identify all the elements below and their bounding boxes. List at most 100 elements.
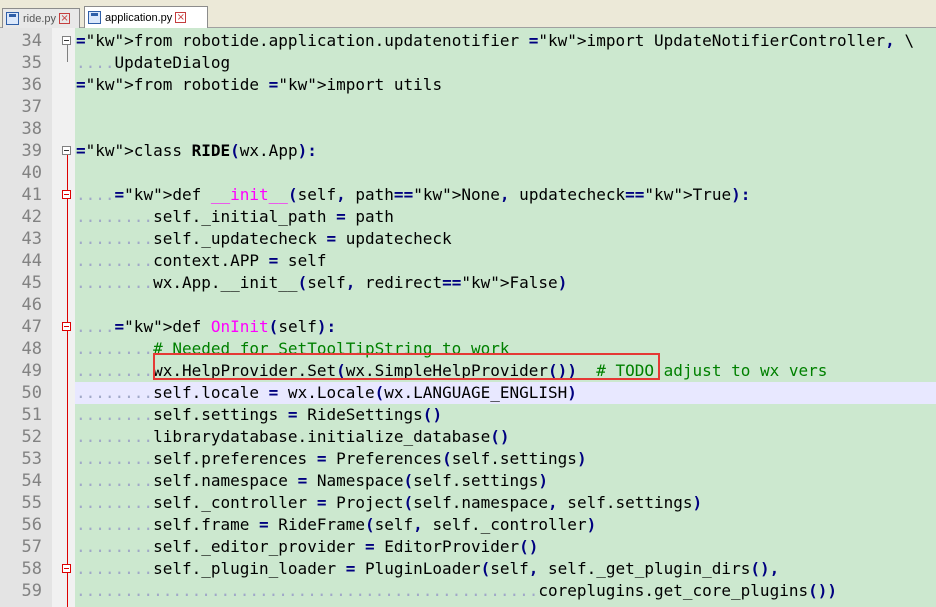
indent-guide-dots: ........	[76, 559, 154, 578]
line-text: self.namespace = Namespace(self.settings…	[153, 471, 549, 490]
code-line[interactable]: 52 ........librarydatabase.initialize_dat…	[0, 426, 936, 448]
line-code: ........self.preferences = Preferences(s…	[76, 448, 587, 470]
line-text: self._updatecheck = updatecheck	[153, 229, 452, 248]
line-number: 37	[21, 97, 42, 117]
line-code: ....="kw">def OnInit(self):	[76, 316, 336, 338]
code-editor[interactable]: 34 ="kw">from robotide.application.update…	[0, 28, 936, 607]
code-line[interactable]: 38	[0, 118, 936, 140]
line-number: 49	[21, 361, 42, 381]
indent-guide-dots: ....	[76, 317, 115, 336]
code-line[interactable]: 45 ........wx.App.__init__(self, redirect…	[0, 272, 936, 294]
code-line[interactable]: 50 ........self.locale = wx.Locale(wx.LAN…	[0, 382, 936, 404]
line-code: ........self.locale = wx.Locale(wx.LANGU…	[76, 382, 577, 404]
indent-guide-dots: ........	[76, 251, 154, 270]
line-text: self.preferences = Preferences(self.sett…	[153, 449, 587, 468]
line-code: ........librarydatabase.initialize_datab…	[76, 426, 510, 448]
line-number: 59	[21, 581, 42, 601]
tab-label: ride.py	[23, 12, 57, 25]
code-line[interactable]: 42 ........self._initial_path = path	[0, 206, 936, 228]
tab-ride-py[interactable]: ride.py ×	[2, 8, 80, 28]
line-number: 52	[21, 427, 42, 447]
line-code: ........self._editor_provider = EditorPr…	[76, 536, 538, 558]
line-text: ="kw">from robotide.application.updateno…	[76, 31, 915, 50]
line-number: 38	[21, 119, 42, 139]
code-line[interactable]: 57 ........self._editor_provider = Editor…	[0, 536, 936, 558]
line-number: 57	[21, 537, 42, 557]
indent-guide-dots: ........	[76, 405, 154, 424]
indent-guide-dots: ........	[76, 493, 154, 512]
line-number: 36	[21, 75, 42, 95]
indent-guide-dots: ........	[76, 383, 154, 402]
line-number: 41	[21, 185, 42, 205]
code-line[interactable]: 36 ="kw">from robotide ="kw">import utils	[0, 74, 936, 96]
line-number: 35	[21, 53, 42, 73]
code-line[interactable]: 58 ........self._plugin_loader = PluginLo…	[0, 558, 936, 580]
line-text: ="kw">def __init__(self, path=="kw">None…	[114, 185, 751, 204]
code-line[interactable]: 40	[0, 162, 936, 184]
line-text: ="kw">class RIDE(wx.App):	[76, 141, 317, 160]
indent-guide-dots: ........	[76, 537, 154, 556]
tab-application-py[interactable]: application.py ×	[84, 6, 208, 28]
line-text: self.settings = RideSettings()	[153, 405, 443, 424]
indent-guide-dots: ........................................…	[76, 581, 539, 600]
line-text: self.frame = RideFrame(self, self._contr…	[153, 515, 597, 534]
line-code: ="kw">from robotide ="kw">import utils	[76, 74, 442, 96]
code-line[interactable]: 54 ........self.namespace = Namespace(sel…	[0, 470, 936, 492]
line-code: ="kw">from robotide.application.updateno…	[76, 30, 914, 52]
line-number: 54	[21, 471, 42, 491]
line-number: 48	[21, 339, 42, 359]
indent-guide-dots: ........	[76, 207, 154, 226]
code-line[interactable]: 37	[0, 96, 936, 118]
line-code: ........self._plugin_loader = PluginLoad…	[76, 558, 779, 580]
line-text: ="kw">from robotide ="kw">import utils	[76, 75, 443, 94]
line-number: 47	[21, 317, 42, 337]
line-text: self._initial_path = path	[153, 207, 394, 226]
line-code: ....UpdateDialog	[76, 52, 230, 74]
indent-guide-dots: ........	[76, 339, 154, 358]
line-number: 58	[21, 559, 42, 579]
line-number: 45	[21, 273, 42, 293]
line-code: ........self.settings = RideSettings()	[76, 404, 442, 426]
code-line[interactable]: 41 ....="kw">def __init__(self, path=="kw…	[0, 184, 936, 206]
close-tab-icon[interactable]: ×	[59, 13, 71, 24]
code-line[interactable]: 51 ........self.settings = RideSettings()	[0, 404, 936, 426]
line-number: 42	[21, 207, 42, 227]
line-number: 46	[21, 295, 42, 315]
line-number: 56	[21, 515, 42, 535]
line-code: ........self._initial_path = path	[76, 206, 394, 228]
line-text: self._controller = Project(self.namespac…	[153, 493, 703, 512]
line-code: ........context.APP = self	[76, 250, 326, 272]
line-number: 43	[21, 229, 42, 249]
code-line[interactable]: 35 ....UpdateDialog	[0, 52, 936, 74]
code-line[interactable]: 47 ....="kw">def OnInit(self):	[0, 316, 936, 338]
code-line[interactable]: 59......................................…	[0, 580, 936, 602]
code-line[interactable]: 55 ........self._controller = Project(sel…	[0, 492, 936, 514]
python-file-icon	[88, 11, 101, 24]
line-number: 39	[21, 141, 42, 161]
line-number: 40	[21, 163, 42, 183]
close-tab-icon[interactable]: ×	[175, 12, 187, 23]
python-file-icon	[6, 12, 19, 25]
line-number: 50	[21, 383, 42, 403]
code-line[interactable]: 44 ........context.APP = self	[0, 250, 936, 272]
indent-guide-dots: ....	[76, 185, 115, 204]
line-text: context.APP = self	[153, 251, 327, 270]
line-text: self._plugin_loader = PluginLoader(self,…	[153, 559, 780, 578]
line-text: ="kw">def OnInit(self):	[114, 317, 337, 336]
line-code: ........................................…	[76, 580, 837, 602]
code-line[interactable]: 46	[0, 294, 936, 316]
line-text: UpdateDialog	[114, 53, 231, 72]
code-line[interactable]: 43 ........self._updatecheck = updatechec…	[0, 228, 936, 250]
code-line[interactable]: 56 ........self.frame = RideFrame(self, s…	[0, 514, 936, 536]
indent-guide-dots: ........	[76, 449, 154, 468]
tab-bar: ride.py × application.py ×	[0, 0, 936, 28]
annotation-highlight-box	[153, 353, 660, 380]
line-code: ="kw">class RIDE(wx.App):	[76, 140, 317, 162]
line-number: 44	[21, 251, 42, 271]
code-line[interactable]: 53 ........self.preferences = Preferences…	[0, 448, 936, 470]
indent-guide-dots: ........	[76, 515, 154, 534]
code-line[interactable]: 39 ="kw">class RIDE(wx.App):	[0, 140, 936, 162]
code-line[interactable]: 34 ="kw">from robotide.application.update…	[0, 30, 936, 52]
line-number: 51	[21, 405, 42, 425]
line-code: ........self.frame = RideFrame(self, sel…	[76, 514, 596, 536]
